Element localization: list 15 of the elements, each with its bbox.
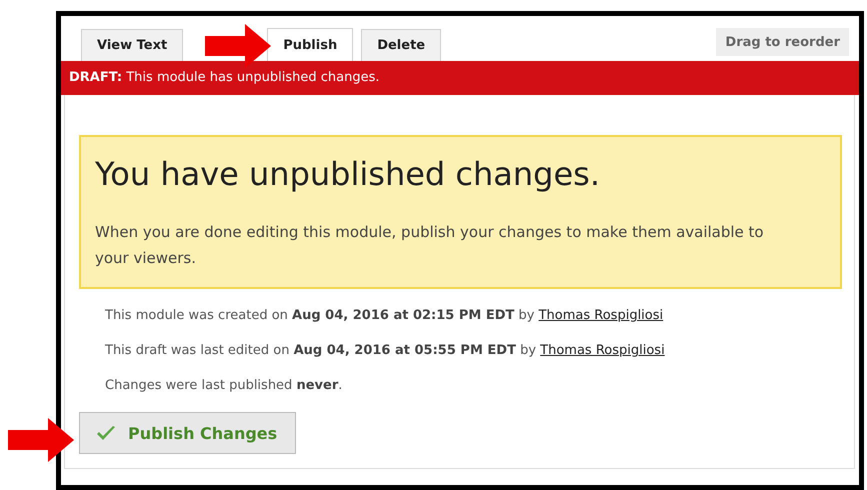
tab[interactable]: Delete	[361, 29, 442, 61]
tab[interactable]: View Text	[81, 29, 184, 61]
author-link[interactable]: Thomas Rospigliosi	[540, 343, 665, 358]
check-icon	[96, 425, 116, 441]
meta-text: This module was created on Aug 04, 2016 at 02:15 PM EDT by Thomas Rospigliosi	[105, 307, 664, 325]
drag-button[interactable]: Drag to reorder	[716, 28, 849, 56]
author-link[interactable]: Thomas Rospigliosi	[538, 308, 664, 323]
tab[interactable]: Publish	[267, 28, 354, 61]
meta-text: Changes were last published never.	[105, 377, 344, 395]
pointer-arrow	[8, 418, 74, 462]
draft-banner: DRAFT: This module has unpublished changes.	[61, 61, 859, 95]
meta-text: This draft was last edited on Aug 04, 2016 at 05:55 PM EDT by Thomas Rospigliosi	[105, 342, 666, 360]
notice-title: You have unpublished changes.	[95, 155, 601, 193]
pointer-arrow	[205, 24, 271, 68]
notice-text: When you are done editing this module, publish your changes to make them available to your viewers.	[95, 222, 765, 269]
